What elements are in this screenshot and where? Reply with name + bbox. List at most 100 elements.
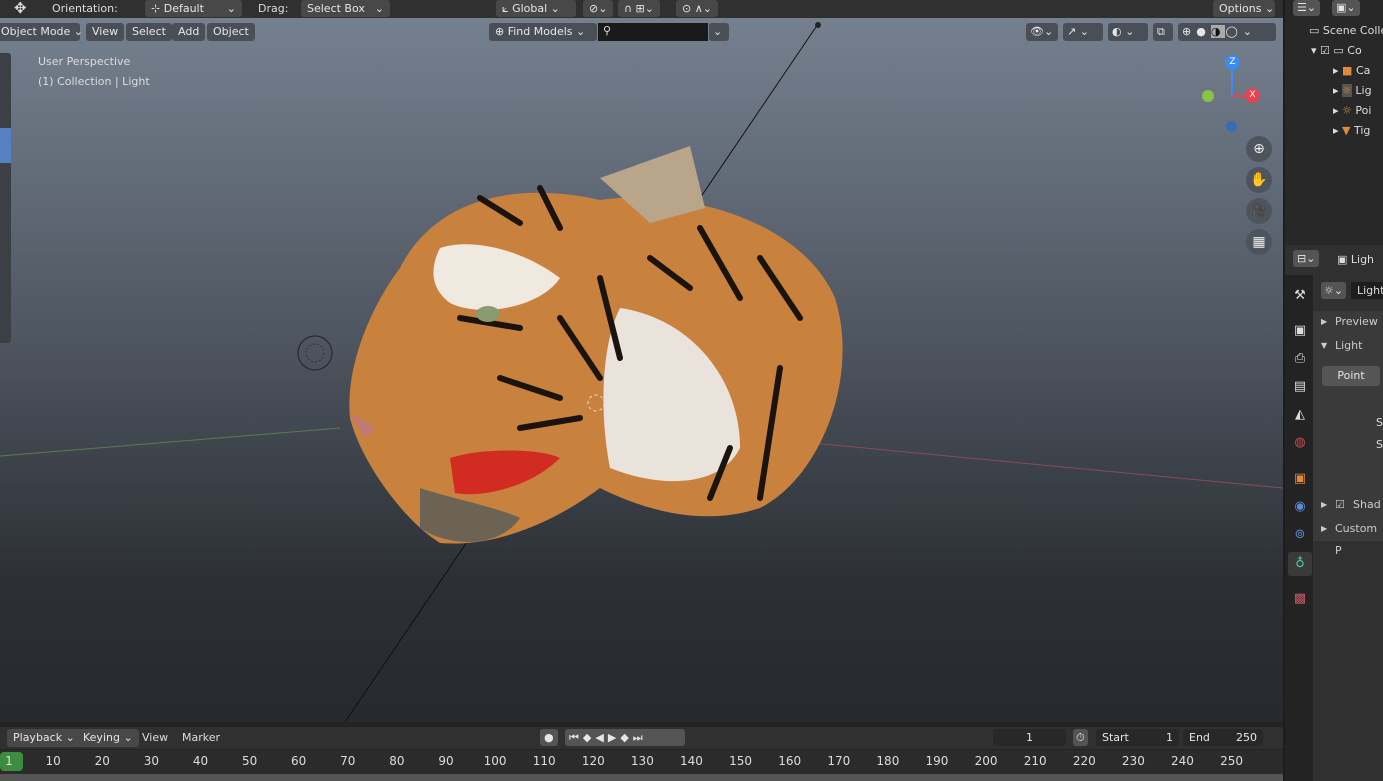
playback-menu[interactable]: Playback ⌄ xyxy=(7,729,81,747)
frame-tick: 190 xyxy=(925,754,949,768)
transform-space-dropdown[interactable]: ⟀ Global ⌄ xyxy=(496,0,576,17)
tiger-head-model xyxy=(349,146,843,544)
light-datablock[interactable]: Light xyxy=(1351,282,1383,299)
panel-shadow-label: Shad xyxy=(1353,498,1381,511)
frame-tick: 1 xyxy=(5,754,13,768)
next-keyframe-icon[interactable]: ◆ xyxy=(620,731,632,744)
perspective-label: User Perspective xyxy=(38,55,131,68)
keying-menu[interactable]: Keying ⌄ xyxy=(77,729,139,747)
ortho-grid-icon[interactable]: ▦ xyxy=(1246,229,1272,255)
visibility-icon[interactable]: 👁⌄ xyxy=(1026,23,1058,41)
outliner-item-point[interactable]: ▸ ☼ Poi xyxy=(1333,104,1371,117)
pan-hand-icon[interactable]: ✋ xyxy=(1246,167,1272,193)
move-tool-icon[interactable]: ✥ xyxy=(14,0,27,17)
play-reverse-icon[interactable]: ◀ xyxy=(595,731,607,744)
toolbar-strip[interactable] xyxy=(0,53,11,343)
outliner-item-light[interactable]: ▸ ☼ Lig xyxy=(1333,84,1372,97)
panel-preview[interactable]: ▶ Preview xyxy=(1313,311,1383,333)
jump-start-icon[interactable]: ⏮ xyxy=(569,731,583,744)
snap-icon[interactable]: ∩ ⊞⌄ xyxy=(618,0,660,17)
rendered-icon[interactable]: ◯ xyxy=(1225,25,1242,38)
zoom-icon[interactable]: ⊕ xyxy=(1246,136,1272,162)
camera-view-icon[interactable]: 🎥 xyxy=(1246,198,1272,224)
menu-object[interactable]: Object xyxy=(207,23,255,41)
options-button[interactable]: Options ⌄ xyxy=(1213,0,1275,17)
timeline-marker-menu[interactable]: Marker xyxy=(182,729,220,746)
properties-tabs: ⚒ ▣ ⎙ ▤ ◭ ◍ ▣ ◉ ⊚ ♁ ▩ xyxy=(1285,275,1313,781)
outliner-item-collection[interactable]: ▾ ☑ ▭ Co xyxy=(1311,44,1362,57)
editor-type-icon[interactable]: ⊟⌄ xyxy=(1293,250,1320,267)
world-tab-icon[interactable]: ◍ xyxy=(1288,431,1312,455)
mesh-icon: ▼ xyxy=(1342,124,1351,137)
gizmo-y[interactable] xyxy=(1202,90,1214,102)
solid-icon[interactable]: ● xyxy=(1196,25,1211,38)
shadow-checkbox[interactable]: ☑ xyxy=(1335,494,1345,516)
outliner-item-camera[interactable]: ▸ ■ Ca xyxy=(1333,64,1370,77)
collection-label: (1) Collection | Light xyxy=(38,75,150,88)
search-dropdown-button[interactable]: ⌄ xyxy=(709,23,729,41)
object-tab-icon[interactable]: ▣ xyxy=(1288,467,1312,491)
pivot-icon[interactable]: ⊘⌄ xyxy=(583,0,614,17)
mode-dropdown[interactable]: Object Mode ⌄ xyxy=(0,23,83,41)
panel-shadow[interactable]: ▶ ☑ Shad xyxy=(1313,494,1383,516)
play-icon[interactable]: ▶ xyxy=(608,731,620,744)
output-tab-icon[interactable]: ⎙ xyxy=(1288,347,1312,371)
xray-icon[interactable]: ⧉ xyxy=(1153,23,1173,41)
menu-view[interactable]: View xyxy=(86,23,125,41)
timeline-ruler[interactable]: 1 10 20 30 40 50 60 70 80 90 100 110 120 130 140 150 160… xyxy=(0,750,1283,774)
menu-select[interactable]: Select xyxy=(126,23,172,41)
find-models-search-input[interactable] xyxy=(598,23,708,41)
gizmo-z[interactable]: Z xyxy=(1225,55,1240,70)
texture-tab-icon[interactable]: ▩ xyxy=(1288,587,1312,611)
light-icon: ☼ xyxy=(1342,84,1352,97)
light-type-point-button[interactable]: Point xyxy=(1322,366,1380,386)
panel-light[interactable]: ▼ Light xyxy=(1313,335,1383,357)
light-type-icon[interactable]: ☼⌄ xyxy=(1321,282,1347,299)
active-tool[interactable] xyxy=(0,128,11,163)
overlays-icon[interactable]: ◐ ⌄ xyxy=(1108,23,1148,41)
start-value: 1 xyxy=(1166,731,1173,744)
material-preview-icon[interactable]: ◑ xyxy=(1210,25,1226,38)
outliner-item-tiger[interactable]: ▸ ▼ Tig xyxy=(1333,124,1370,137)
find-models-dropdown[interactable]: ⊕ Find Models ⌄ xyxy=(489,23,597,41)
gizmo-neg-z[interactable] xyxy=(1226,121,1237,132)
orientation-dropdown[interactable]: ⊹ Default ⌄ xyxy=(145,0,242,17)
light-data-tab-icon[interactable]: ♁ xyxy=(1288,552,1312,576)
timeline-view-menu[interactable]: View xyxy=(142,729,168,746)
jump-end-icon[interactable]: ⏭ xyxy=(633,731,647,744)
shading-modes[interactable]: ⊕●◑◯⌄ xyxy=(1178,23,1276,41)
display-mode-icon[interactable]: ☰⌄ xyxy=(1293,0,1321,16)
collapse-icon: ▶ xyxy=(1321,500,1328,509)
end-label: End xyxy=(1189,731,1210,744)
timeline-scrollbar[interactable] xyxy=(0,774,1283,781)
collapse-icon: ▶ xyxy=(1321,524,1328,533)
start-frame-field[interactable]: Start 1 xyxy=(1096,729,1179,746)
scene-tab-icon[interactable]: ◭ xyxy=(1288,403,1312,427)
current-frame-field[interactable]: 1 xyxy=(993,729,1066,746)
wireframe-icon[interactable]: ⊕ xyxy=(1182,25,1196,38)
frame-tick: 180 xyxy=(876,754,900,768)
end-frame-field[interactable]: End 250 xyxy=(1183,729,1263,746)
stopwatch-icon[interactable]: ⏱ xyxy=(1073,729,1088,746)
proportional-edit-icon[interactable]: ⊙ ∧⌄ xyxy=(676,0,718,17)
gizmo-x[interactable]: X xyxy=(1245,88,1260,103)
frame-tick: 250 xyxy=(1220,754,1244,768)
prev-keyframe-icon[interactable]: ◆ xyxy=(583,731,595,744)
playback-controls: ⏮◆◀▶◆⏭ xyxy=(565,729,685,746)
drag-dropdown[interactable]: Select Box ⌄ xyxy=(301,0,390,17)
filter-icon[interactable]: ▣⌄ xyxy=(1332,0,1360,16)
tool-header: ✥ Orientation: ⊹ Default ⌄ Drag: Select … xyxy=(0,0,1283,18)
properties-header: ▣ Ligh xyxy=(1337,253,1375,266)
3d-viewport[interactable]: Object Mode ⌄ View Select Add Object ⊕ F… xyxy=(0,18,1283,722)
gizmo-toggle-icon[interactable]: ↗ ⌄ xyxy=(1063,23,1103,41)
menu-add[interactable]: Add xyxy=(172,23,206,41)
physics-tab-icon[interactable]: ◉ xyxy=(1288,495,1312,519)
view-layer-tab-icon[interactable]: ▤ xyxy=(1288,375,1312,399)
constraints-tab-icon[interactable]: ⊚ xyxy=(1288,523,1312,547)
panel-custom-properties[interactable]: ▶ Custom P xyxy=(1313,518,1383,557)
tool-tab-icon[interactable]: ⚒ xyxy=(1288,284,1312,308)
render-tab-icon[interactable]: ▣ xyxy=(1288,319,1312,343)
outliner-item-scene-collection[interactable]: ▭ Scene Colle xyxy=(1309,24,1383,37)
record-icon[interactable]: ● xyxy=(540,729,558,746)
drag-label: Drag: xyxy=(258,2,289,15)
